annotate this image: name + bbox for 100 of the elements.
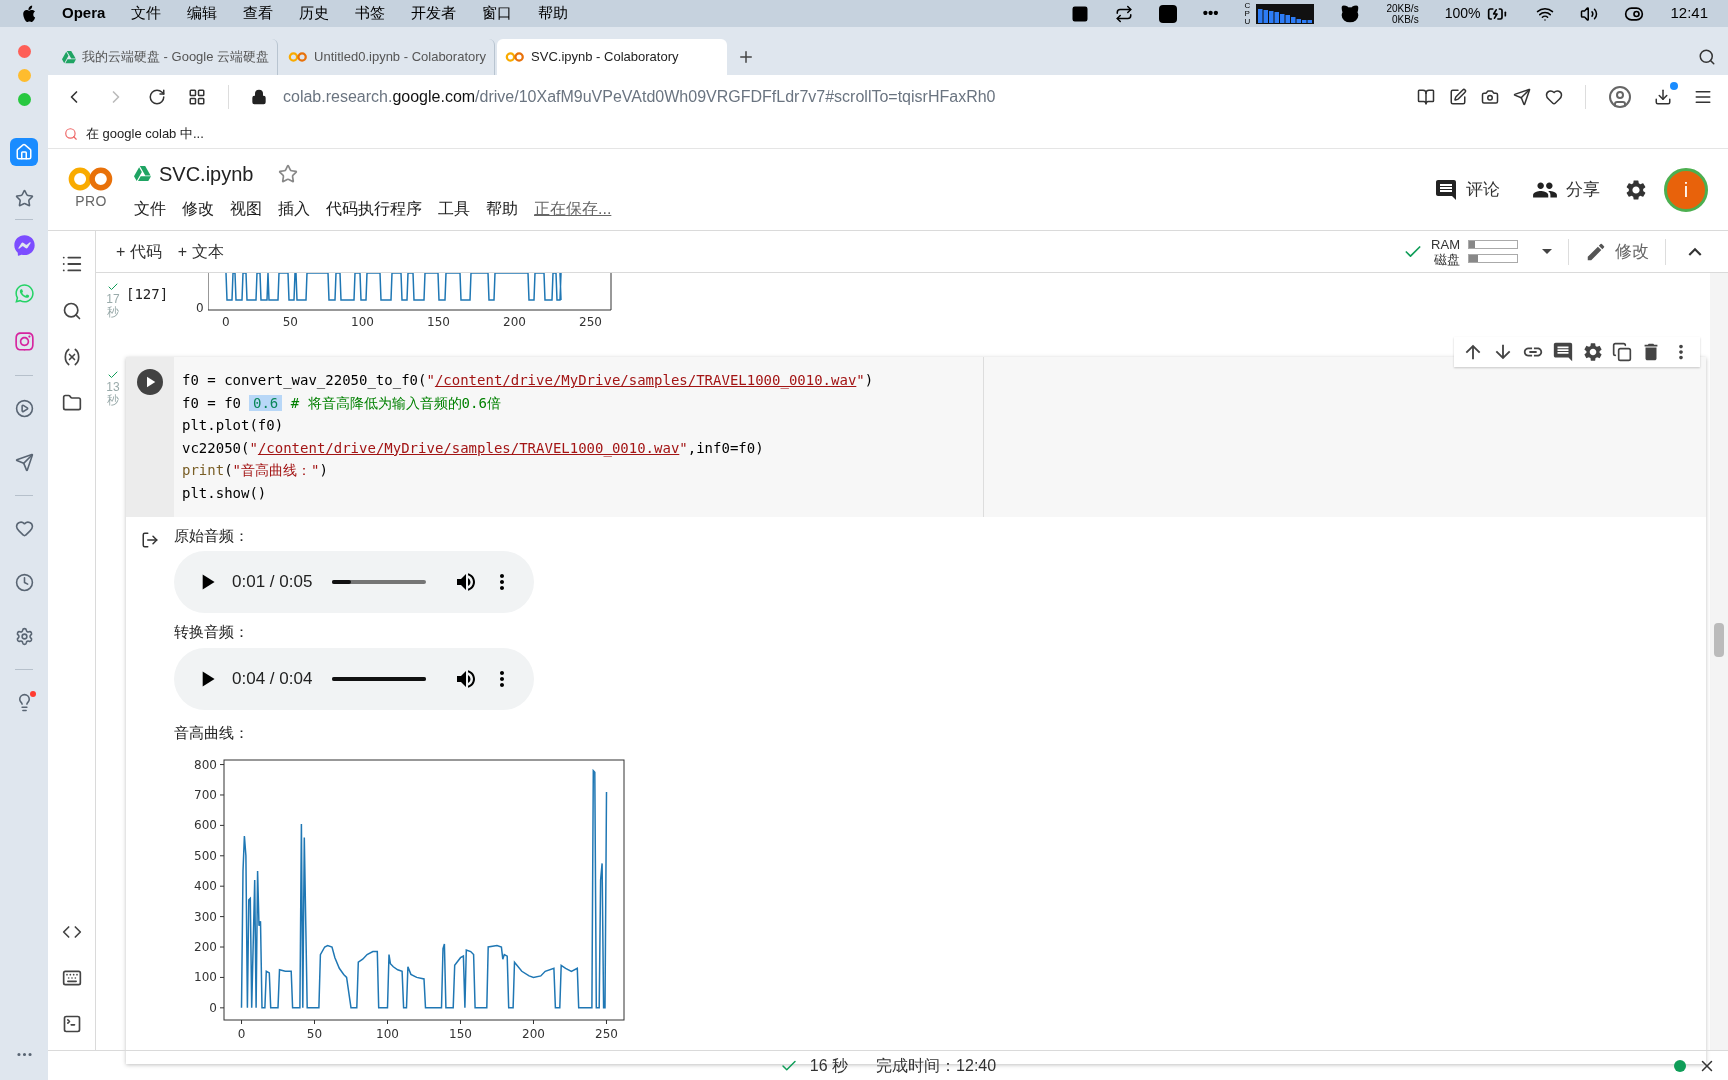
keyboard-icon[interactable] — [61, 968, 82, 988]
menu-item[interactable]: 书签 — [355, 2, 386, 25]
volume-icon[interactable] — [1580, 4, 1599, 23]
execution-count: [127] — [126, 285, 170, 304]
y-tick-label: 800 — [194, 757, 217, 772]
run-status-icon — [107, 369, 119, 381]
battery-percent: 100% — [1444, 4, 1481, 23]
reader-icon[interactable] — [1417, 88, 1435, 106]
edit-button[interactable]: 修改 — [1585, 238, 1649, 265]
menu-item[interactable]: 文件 — [131, 2, 162, 25]
menu-item[interactable]: 工具 — [438, 196, 470, 221]
speed-dial-icon[interactable] — [188, 88, 206, 106]
comment-button[interactable]: 评论 — [1434, 176, 1500, 203]
run-duration: 13 — [106, 381, 120, 394]
y-tick-label: 500 — [194, 848, 217, 863]
terminal-icon[interactable] — [61, 1014, 82, 1034]
star-icon[interactable] — [277, 163, 298, 184]
saving-status[interactable]: 正在保存... — [534, 196, 612, 221]
y-tick-label: 300 — [194, 909, 217, 924]
code-line: f0 = f0 0.6 # 将音高降低为输入音频的0.6倍 — [182, 393, 502, 413]
cat-icon[interactable] — [1340, 3, 1361, 24]
app-menu[interactable]: Opera — [62, 2, 106, 25]
audio-progress-track[interactable] — [332, 580, 426, 585]
home-button[interactable] — [10, 138, 38, 166]
add-text-button[interactable]: + 文本 — [177, 239, 224, 264]
audio-time: 0:04 / 0:04 — [232, 667, 313, 690]
browser-tab[interactable]: SVC.ipynb - Colaboratory — [497, 39, 728, 75]
run-duration-unit: 秒 — [107, 394, 119, 407]
x-tick-label: 50 — [306, 1027, 323, 1042]
menu-item[interactable]: 代码执行程序 — [326, 196, 422, 221]
instagram-icon[interactable] — [13, 331, 35, 352]
x-tick-label: 200 — [522, 1027, 545, 1042]
player-icon[interactable] — [14, 399, 34, 418]
cpu-label: CPU — [1244, 1, 1252, 26]
menu-item[interactable]: 视图 — [230, 196, 262, 221]
run-time: 16 秒 — [809, 1055, 849, 1076]
apple-logo-icon[interactable] — [20, 4, 36, 23]
comment-icon[interactable] — [1552, 341, 1574, 363]
audio-player[interactable]: 0:01 / 0:05 — [174, 551, 534, 614]
menu-item[interactable]: 编辑 — [187, 2, 218, 25]
menu-item[interactable]: 开发者 — [411, 2, 457, 25]
heart-icon[interactable] — [1545, 88, 1563, 106]
run-duration: 17 — [106, 293, 120, 306]
more-extras[interactable]: ••• — [1202, 2, 1219, 25]
stop-icon[interactable] — [1070, 4, 1089, 23]
search-icon[interactable] — [61, 301, 82, 321]
history-icon[interactable] — [14, 573, 34, 592]
share-button[interactable]: 分享 — [1532, 176, 1600, 203]
cpu-graph — [1256, 3, 1315, 24]
x-tick-label: 100 — [351, 314, 374, 331]
x-tick-label: 0 — [222, 314, 230, 331]
star-icon[interactable] — [14, 189, 34, 208]
bookmark-link[interactable]: 在 google colab 中... — [64, 123, 204, 144]
scrollbar-thumb[interactable] — [1714, 623, 1724, 657]
output-icon[interactable] — [141, 530, 159, 549]
run-status-icon — [107, 281, 119, 293]
lock-icon — [251, 89, 267, 105]
sync-icon[interactable] — [1114, 4, 1133, 23]
menu-item[interactable]: 修改 — [182, 196, 214, 221]
x-tick-label: 50 — [282, 314, 298, 331]
edit-icon[interactable] — [1449, 88, 1467, 106]
resources-button[interactable]: RAM 磁盘 — [1403, 236, 1552, 267]
menu-item[interactable]: 帮助 — [486, 196, 518, 221]
x-tick-label: 0 — [237, 1027, 246, 1042]
mirror-cell-icon[interactable] — [1612, 342, 1632, 362]
folder-icon[interactable] — [61, 393, 82, 413]
s-app-icon[interactable] — [1158, 4, 1177, 23]
menu-item[interactable]: 插入 — [278, 196, 310, 221]
add-code-button[interactable]: + 代码 — [116, 239, 162, 264]
colab-logo-icon — [288, 52, 309, 62]
colab-logo-icon — [67, 167, 115, 191]
audio-time: 0:01 / 0:05 — [232, 571, 313, 594]
run-cell-button[interactable] — [137, 369, 163, 395]
y-tick-label: 700 — [194, 788, 217, 803]
menu-item[interactable]: 窗口 — [482, 2, 513, 25]
settings-icon[interactable] — [1582, 341, 1604, 363]
profile-icon[interactable] — [1608, 85, 1632, 109]
menu-item[interactable]: 帮助 — [538, 2, 569, 25]
download-icon[interactable] — [1654, 88, 1672, 106]
messenger-icon[interactable] — [13, 235, 35, 256]
menubar-clock[interactable]: 12:41 — [1670, 2, 1708, 25]
menu-item[interactable]: 历史 — [299, 2, 330, 25]
audio-player[interactable]: 0:04 / 0:04 — [174, 647, 534, 710]
settings-icon[interactable] — [1624, 177, 1648, 202]
camera-icon[interactable] — [1481, 88, 1499, 106]
send-icon[interactable] — [1513, 88, 1531, 106]
finish-time: 完成时间：12:40 — [876, 1055, 997, 1076]
code-line: print("音高曲线：") — [182, 461, 329, 481]
colab-logo-icon — [505, 52, 526, 62]
easy-setup-icon[interactable] — [1694, 88, 1712, 106]
audio-label: 转换音频： — [174, 622, 250, 643]
y-tick-label: 100 — [194, 970, 217, 985]
notebook-title[interactable]: SVC.ipynb — [159, 158, 254, 189]
search-icon[interactable] — [1698, 48, 1716, 66]
code-line: plt.plot(f0) — [182, 416, 285, 436]
x-tick-label: 100 — [376, 1027, 399, 1042]
menu-item[interactable]: 文件 — [134, 196, 166, 221]
menu-item[interactable]: 查看 — [243, 2, 274, 25]
reload-icon[interactable] — [148, 88, 166, 106]
x-tick-label: 250 — [579, 314, 602, 331]
